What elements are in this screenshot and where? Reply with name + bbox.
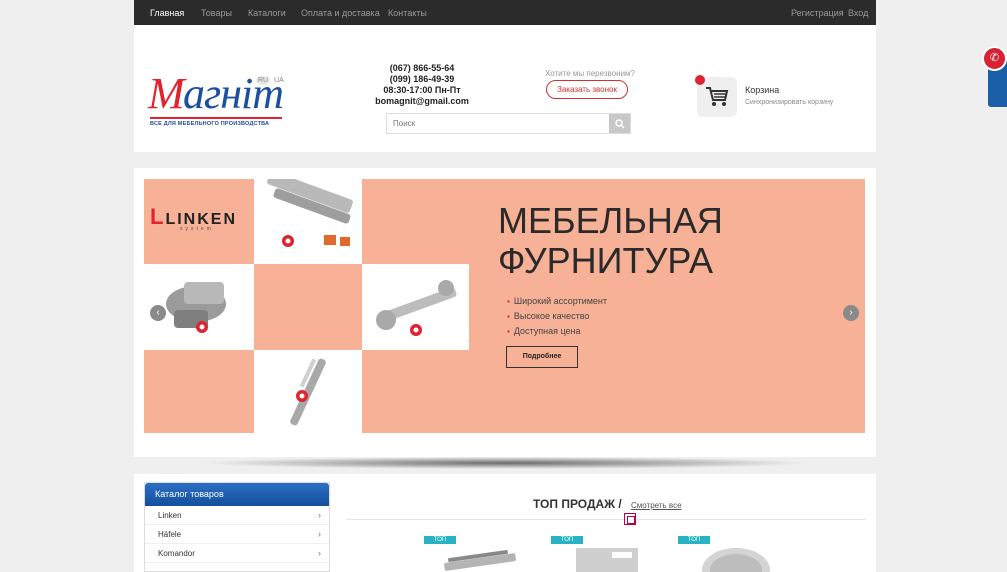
register-link[interactable]: Регистрация	[791, 8, 844, 18]
phone-icon[interactable]: ✆	[982, 46, 1007, 71]
slider-prev-arrow[interactable]: ‹	[150, 305, 166, 321]
top-badge: ТОП	[678, 536, 710, 544]
catalog-item-label: Komandor	[158, 549, 195, 558]
product-image-rails	[254, 179, 362, 264]
callback-button[interactable]: Заказать звонок	[546, 80, 628, 99]
banner-headline: МЕБЕЛЬНАЯ ФУРНИТУРА	[498, 201, 723, 281]
top-navigation: Главная Товары Каталоги Оплата и доставк…	[134, 0, 876, 25]
headline-line-2: ФУРНИТУРА	[498, 240, 713, 281]
contacts-block: (067) 866-55-64 (099) 186-49-39 08:30-17…	[364, 63, 480, 107]
brand-sub: system	[180, 226, 214, 232]
headline-line-1: МЕБЕЛЬНАЯ	[498, 200, 723, 241]
chevron-right-icon: ›	[318, 510, 321, 520]
bullet-3: Доступная цена	[507, 324, 607, 339]
search-input[interactable]	[387, 114, 609, 133]
phone-2[interactable]: (099) 186-49-39	[364, 74, 480, 85]
bolt-icon	[376, 280, 457, 336]
callback-question: Хотите мы перезвоним?	[545, 69, 635, 78]
banner-shadow	[202, 457, 810, 469]
cart-title[interactable]: Корзина	[745, 85, 779, 95]
catalog-item-label: Linken	[158, 511, 182, 520]
nav-catalogs[interactable]: Каталоги	[248, 8, 286, 18]
cart-badge	[695, 75, 705, 85]
tile-brand: LLINKEN system	[144, 179, 254, 264]
lang-ua[interactable]: UA	[274, 77, 284, 84]
logo-underline	[150, 117, 282, 119]
gas-lift-icon	[290, 358, 326, 426]
nav-home[interactable]: Главная	[150, 8, 184, 18]
language-switcher: RU UA	[256, 76, 288, 85]
catalog-sidebar: Каталог товаров Linken › Häfele › Komandor…	[144, 482, 330, 572]
work-hours: 08:30-17:00 Пн-Пт	[383, 85, 461, 95]
top-badge: ТОП	[551, 536, 583, 544]
nav-contacts[interactable]: Контакты	[388, 8, 427, 18]
search-icon	[614, 118, 625, 129]
nav-products[interactable]: Товары	[201, 8, 232, 18]
cart-subtitle: Синхронизировать корзину	[745, 99, 834, 106]
catalog-item-hafele[interactable]: Häfele ›	[145, 525, 329, 544]
top-badge: ТОП	[424, 536, 456, 544]
chevron-right-icon: ›	[318, 548, 321, 558]
divider	[346, 519, 866, 520]
product-image-gas-lift	[254, 350, 362, 433]
drawer-rail-icon	[267, 179, 353, 247]
product-image-bolt	[362, 264, 469, 350]
email[interactable]: bomagnit@gmail.com	[364, 96, 480, 107]
content-section: Каталог товаров Linken › Häfele › Komandor…	[134, 474, 876, 572]
chevron-right-icon: ›	[318, 529, 321, 539]
product-image[interactable]	[696, 546, 776, 572]
login-link[interactable]: Вход	[848, 8, 868, 18]
view-all-link[interactable]: Смотреть все	[631, 501, 682, 510]
slider-next-arrow[interactable]: ›	[843, 305, 859, 321]
bullet-2: Высокое качество	[507, 309, 607, 324]
product-image[interactable]	[440, 546, 520, 572]
nav-payment-delivery[interactable]: Оплата и доставка	[301, 8, 380, 18]
search-bar	[386, 113, 631, 134]
logo-tagline: ВСЕ ДЛЯ МЕБЕЛЬНОГО ПРОИЗВОДСТВА	[150, 121, 270, 127]
catalog-title: Каталог товаров	[145, 483, 329, 506]
product-image[interactable]	[566, 546, 646, 572]
phone-1[interactable]: (067) 866-55-64	[364, 63, 480, 74]
catalog-item-komandor[interactable]: Komandor ›	[145, 544, 329, 563]
catalog-item-label: Häfele	[158, 530, 182, 539]
hero-banner: LLINKEN system МЕБЕЛЬНАЯ ФУРНИТУРА ▪ Шир…	[144, 179, 865, 433]
cart-icon	[706, 87, 729, 106]
details-button[interactable]: Подробнее	[506, 346, 578, 368]
lang-ru[interactable]: RU	[256, 76, 271, 85]
carousel-indicator-icon[interactable]	[624, 513, 636, 525]
search-button[interactable]	[609, 114, 630, 133]
catalog-item-linken[interactable]: Linken ›	[145, 506, 329, 525]
banner-section: LLINKEN system МЕБЕЛЬНАЯ ФУРНИТУРА ▪ Шир…	[134, 168, 876, 457]
bullet-1: Широкий ассортимент	[507, 294, 607, 309]
header: Магніт ВСЕ ДЛЯ МЕБЕЛЬНОГО ПРОИЗВОДСТВА R…	[134, 25, 876, 152]
top-sales-title: ТОП ПРОДАЖ /	[533, 497, 622, 511]
banner-bullets: Широкий ассортимент Высокое качество Дос…	[507, 294, 607, 339]
